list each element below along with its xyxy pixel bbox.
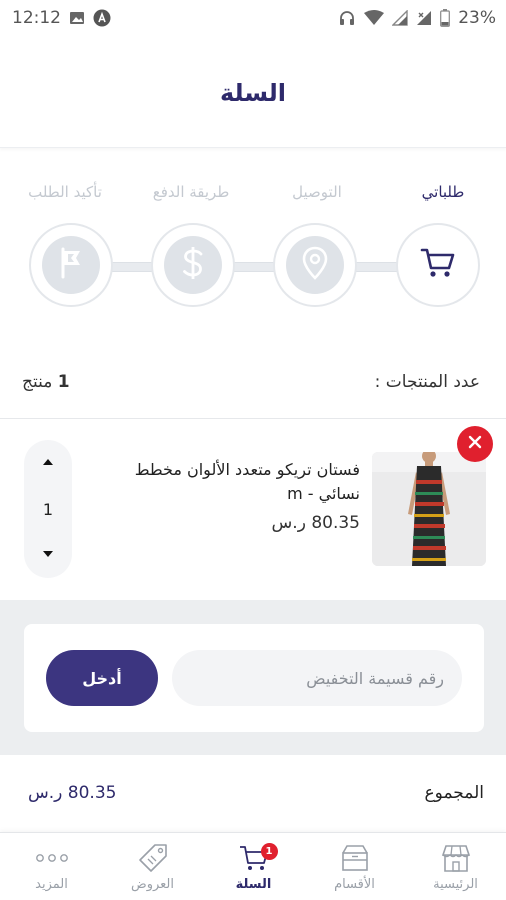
product-count: 1 منتج xyxy=(22,372,70,392)
close-icon xyxy=(467,434,483,454)
total-label: المجموع xyxy=(424,783,484,803)
step-my-orders-inner xyxy=(409,236,467,294)
product-count-value: 1 xyxy=(57,372,70,392)
product-price: 80.35 ر.س xyxy=(271,513,360,533)
status-bar-right: 23% xyxy=(338,8,496,28)
step-label-payment: طريقة الدفع xyxy=(152,183,230,201)
battery-percent: 23% xyxy=(458,8,496,28)
app-header: السلة xyxy=(0,36,506,148)
product-image[interactable] xyxy=(372,452,486,566)
signal-x-icon xyxy=(416,10,432,26)
step-payment[interactable] xyxy=(151,223,235,307)
flag-icon xyxy=(58,247,84,283)
store-icon xyxy=(440,841,472,875)
triangle-up-icon xyxy=(43,459,53,465)
nav-item-cart[interactable]: 1 السلة xyxy=(203,833,304,900)
nav-label-home: الرئيسية xyxy=(433,877,478,892)
nav-label-offers: العروض xyxy=(130,877,174,892)
step-label-my-orders: طلباتي xyxy=(421,183,465,201)
step-my-orders[interactable] xyxy=(396,223,480,307)
remove-item-button[interactable] xyxy=(457,426,493,462)
nav-item-home[interactable]: الرئيسية xyxy=(405,833,506,900)
notification-a-icon xyxy=(93,9,111,27)
nav-label-cart: السلة xyxy=(235,877,272,892)
step-confirm-inner xyxy=(42,236,100,294)
apply-coupon-button[interactable]: أدخل xyxy=(46,650,158,706)
product-count-label: عدد المنتجات : xyxy=(374,372,480,392)
more-dots-icon xyxy=(34,841,70,875)
dollar-icon xyxy=(181,245,205,285)
checkout-steps-track xyxy=(72,262,442,272)
cart-badge: 1 xyxy=(260,843,278,860)
step-label-confirm: تأكيد الطلب xyxy=(28,183,102,201)
triangle-down-icon xyxy=(43,551,53,557)
divider xyxy=(0,418,506,419)
battery-icon xyxy=(440,9,451,27)
tag-icon xyxy=(137,841,169,875)
nav-item-offers[interactable]: العروض xyxy=(102,833,203,900)
quantity-value: 1 xyxy=(42,499,54,519)
headphones-icon xyxy=(338,9,356,27)
bottom-navigation: الرئيسية الأقسام 1 السلة العروض المزيد xyxy=(0,832,506,900)
nav-label-more: المزيد xyxy=(35,877,68,892)
product-count-unit: منتج xyxy=(22,372,53,392)
signal-icon xyxy=(392,10,408,26)
product-count-row: 1 منتج عدد المنتجات : xyxy=(0,362,506,402)
quantity-increase-button[interactable] xyxy=(42,456,54,470)
cart-icon xyxy=(420,246,456,284)
coupon-code-input[interactable] xyxy=(172,650,462,706)
checkout-steps-labels: طلباتي التوصيل طريقة الدفع تأكيد الطلب xyxy=(0,183,506,205)
categories-box-icon xyxy=(339,841,371,875)
cart-icon: 1 xyxy=(238,841,278,875)
image-icon xyxy=(69,10,85,26)
quantity-stepper: 1 xyxy=(24,440,72,578)
status-bar: 12:12 23% xyxy=(0,0,506,36)
nav-item-more[interactable]: المزيد xyxy=(1,833,102,900)
step-payment-inner xyxy=(164,236,222,294)
quantity-decrease-button[interactable] xyxy=(42,548,54,562)
page-title: السلة xyxy=(219,78,286,107)
product-name[interactable]: فستان تريكو متعدد الألوان مخطط نسائي - m xyxy=(98,458,360,506)
total-value: 80.35 ر.س xyxy=(28,783,117,803)
step-delivery-inner xyxy=(286,236,344,294)
step-label-delivery: التوصيل xyxy=(292,183,342,201)
total-row: 80.35 ر.س المجموع xyxy=(0,770,506,816)
nav-item-categories[interactable]: الأقسام xyxy=(304,833,405,900)
status-bar-left: 12:12 xyxy=(12,8,111,28)
wifi-icon xyxy=(364,10,385,26)
step-confirm[interactable] xyxy=(29,223,113,307)
nav-label-categories: الأقسام xyxy=(334,877,375,892)
step-delivery[interactable] xyxy=(273,223,357,307)
status-time: 12:12 xyxy=(12,8,61,28)
location-pin-icon xyxy=(302,246,328,284)
